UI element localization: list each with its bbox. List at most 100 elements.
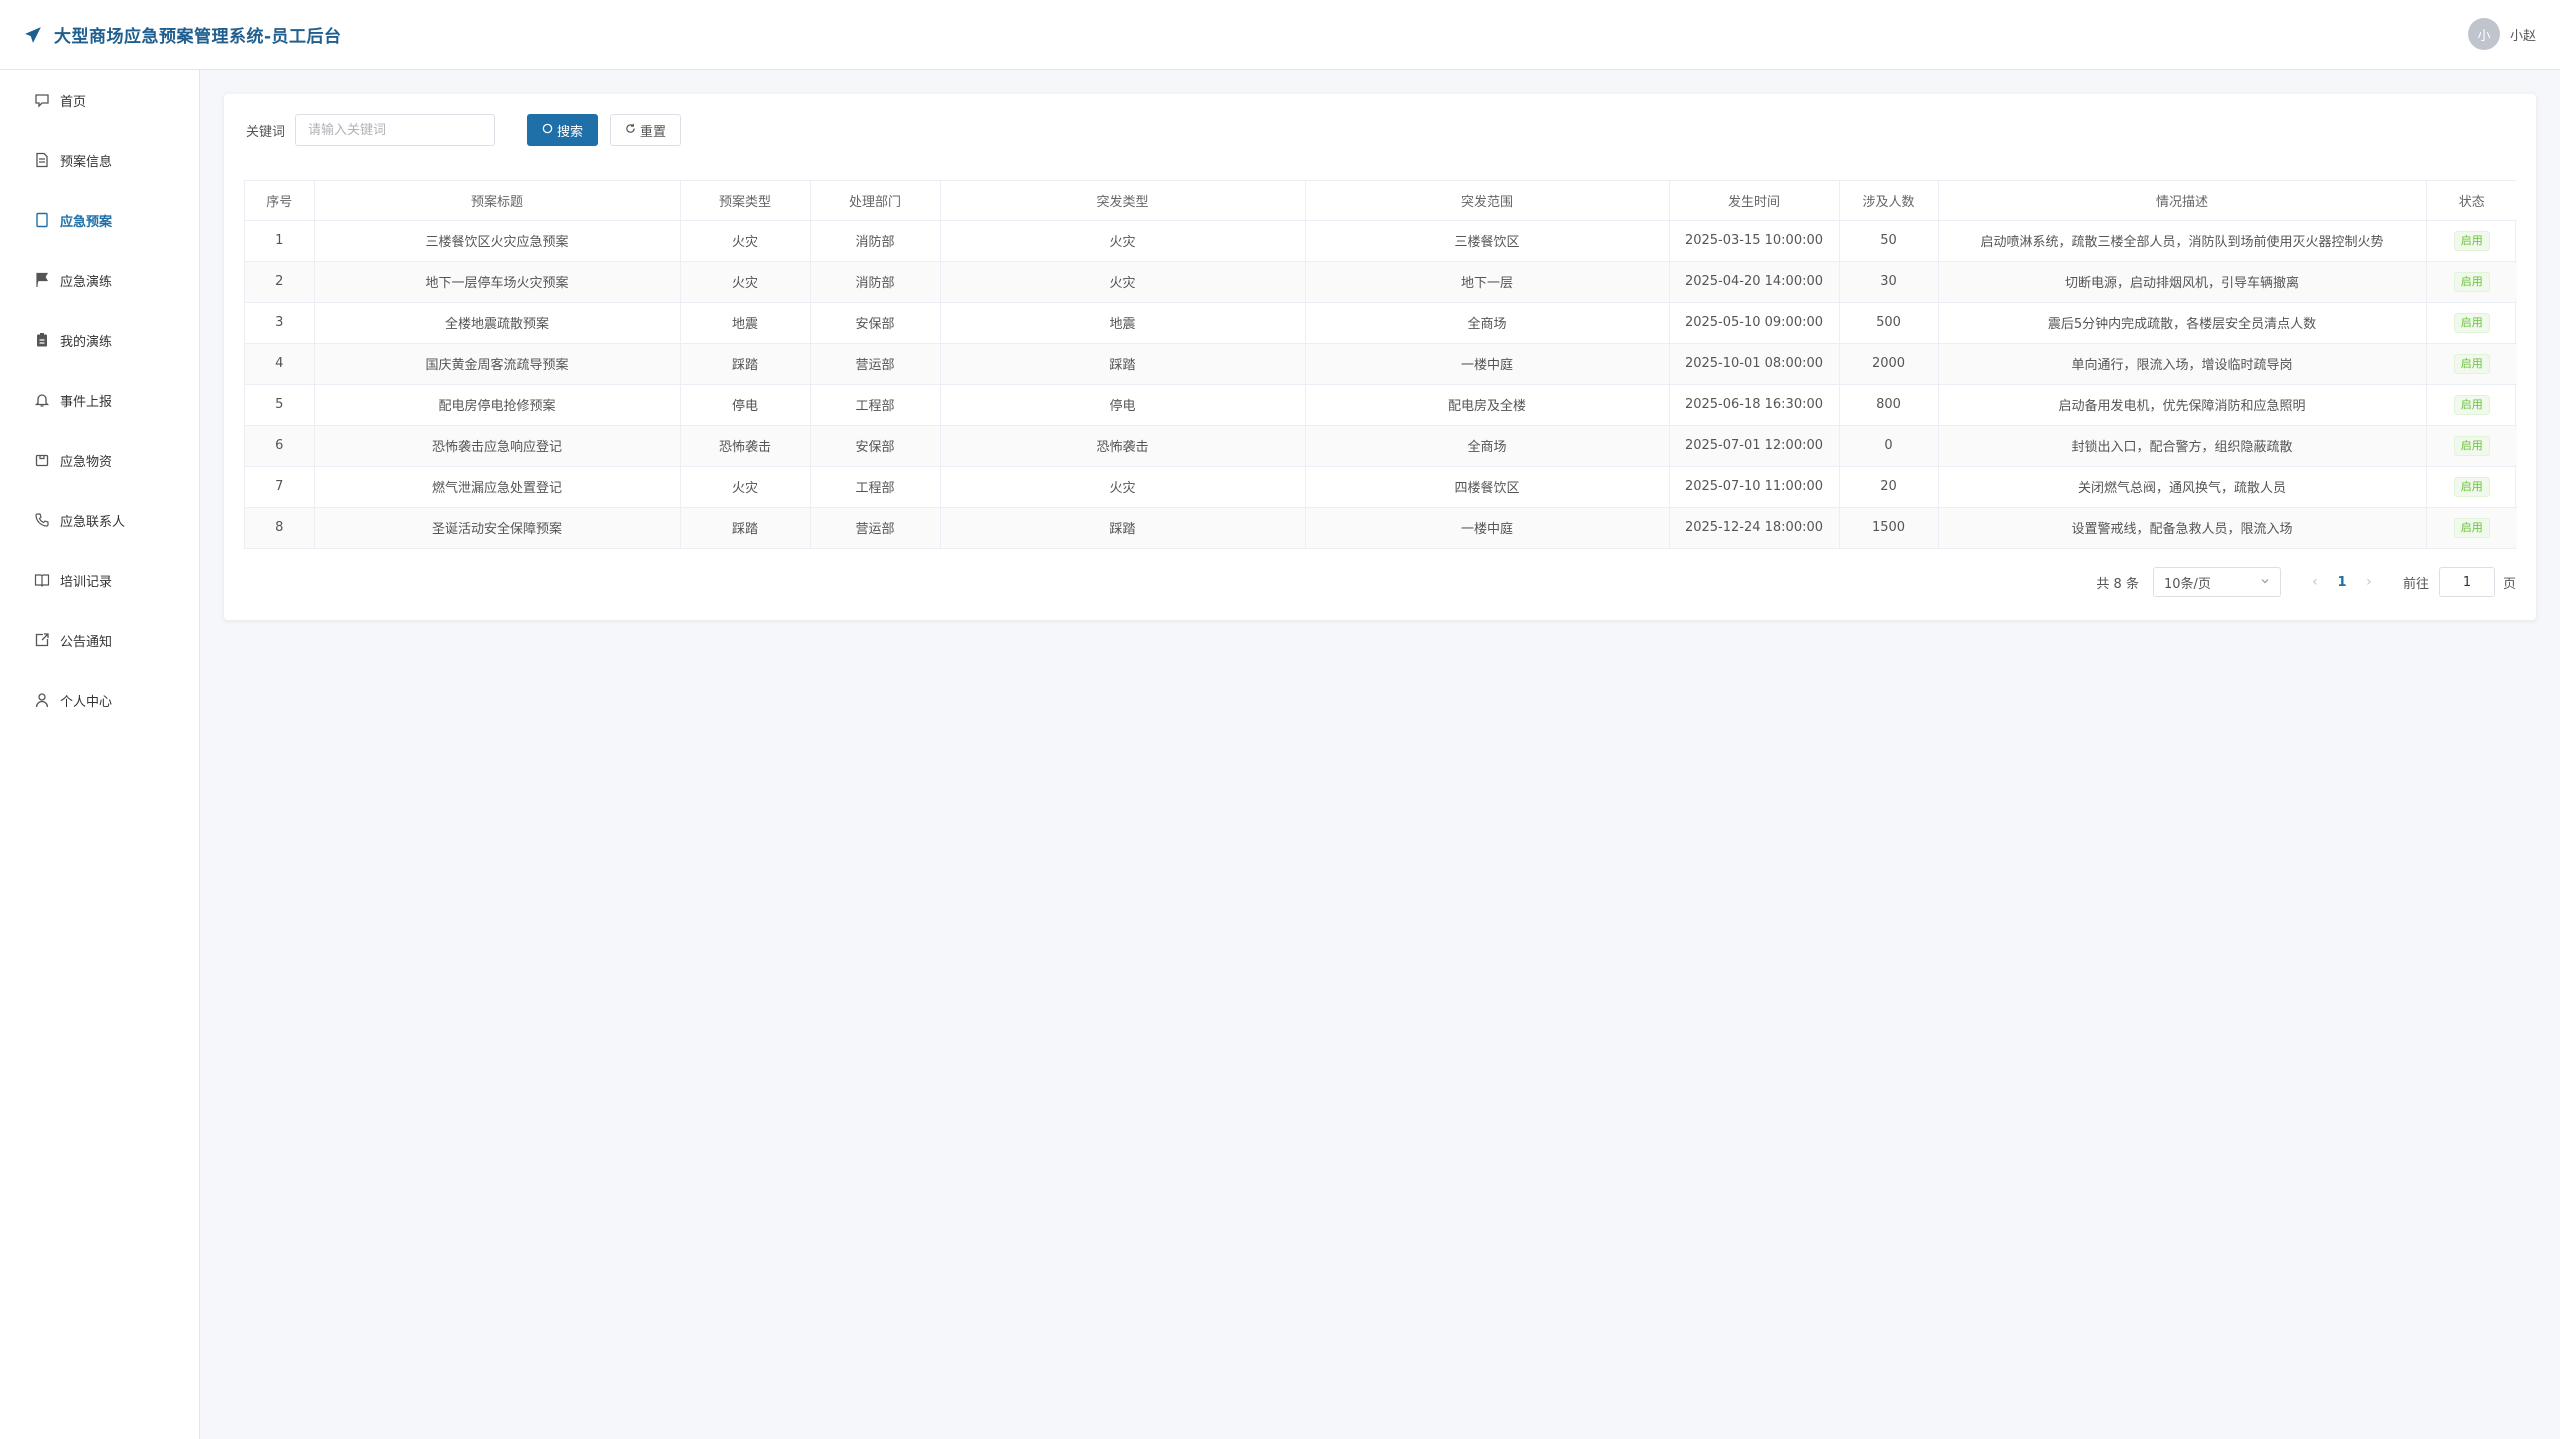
table-cell: 3 bbox=[245, 302, 315, 344]
next-page-icon[interactable]: › bbox=[2357, 574, 2381, 590]
table-cell: 2025-07-01 12:00:00 bbox=[1669, 425, 1840, 467]
goto-label: 前往 bbox=[2402, 576, 2429, 592]
table-cell: 全楼地震疏散预案 bbox=[314, 302, 681, 344]
table-cell: 火灾 bbox=[940, 261, 1306, 303]
table-cell: 地震 bbox=[680, 302, 811, 344]
status-badge: 启用 bbox=[2453, 312, 2490, 333]
table-cell: 营运部 bbox=[810, 343, 941, 385]
table-cell: 50 bbox=[1839, 220, 1939, 262]
table-cell: 踩踏 bbox=[680, 507, 811, 548]
sidebar-item-contacts[interactable]: 应急联系人 bbox=[0, 490, 199, 550]
brand: 大型商场应急预案管理系统-员工后台 bbox=[24, 22, 342, 47]
prev-page-icon[interactable]: ‹ bbox=[2303, 574, 2327, 590]
table-cell: 停电 bbox=[940, 384, 1306, 426]
table-cell: 2025-05-10 09:00:00 bbox=[1669, 302, 1840, 344]
sidebar-item-my-drill[interactable]: 我的演练 bbox=[0, 310, 199, 370]
table-cell: 地震 bbox=[940, 302, 1306, 344]
table-row: 4 国庆黄金周客流疏导预案 踩踏 营运部 踩踏 一楼中庭 2025-10-01 08:00:… bbox=[245, 343, 2517, 385]
status-cell: 启用 bbox=[2426, 425, 2517, 467]
table-cell: 4 bbox=[245, 343, 315, 385]
sidebar-item-drill[interactable]: 应急演练 bbox=[0, 250, 199, 310]
search-bar: 关键词 搜索 重置 bbox=[246, 114, 682, 146]
avatar[interactable]: 小 bbox=[2467, 18, 2500, 50]
page-size-select[interactable]: 10条/页 bbox=[2152, 567, 2281, 597]
book-icon bbox=[34, 572, 50, 588]
sidebar-item-training[interactable]: 培训记录 bbox=[0, 550, 199, 610]
table-cell: 0 bbox=[1839, 425, 1939, 467]
table-cell: 全商场 bbox=[1305, 425, 1670, 467]
sidebar-item-emergency-plan[interactable]: 应急预案 bbox=[0, 190, 199, 250]
table-cell: 1 bbox=[245, 220, 315, 262]
table-cell: 恐怖袭击应急响应登记 bbox=[314, 425, 681, 467]
reset-button[interactable]: 重置 bbox=[610, 114, 682, 146]
keyword-input[interactable] bbox=[295, 114, 496, 146]
table-cell: 一楼中庭 bbox=[1305, 507, 1670, 548]
sidebar-item-report[interactable]: 事件上报 bbox=[0, 370, 199, 430]
table-cell: 恐怖袭击 bbox=[940, 425, 1306, 467]
table-cell: 一楼中庭 bbox=[1305, 343, 1670, 385]
status-badge: 启用 bbox=[2453, 476, 2490, 497]
table-cell: 踩踏 bbox=[940, 507, 1306, 548]
search-button[interactable]: 搜索 bbox=[527, 114, 599, 146]
status-badge: 启用 bbox=[2453, 517, 2490, 538]
table-cell: 2025-03-15 10:00:00 bbox=[1669, 220, 1840, 262]
sidebar-item-home[interactable]: 首页 bbox=[0, 70, 199, 130]
table-cell: 踩踏 bbox=[680, 343, 811, 385]
column-header: 预案标题 bbox=[314, 181, 681, 221]
sidebar-item-profile[interactable]: 个人中心 bbox=[0, 670, 199, 730]
table-row: 2 地下一层停车场火灾预案 火灾 消防部 火灾 地下一层 2025-04-20 14:00:… bbox=[245, 261, 2517, 303]
sidebar-item-label: 预案信息 bbox=[60, 154, 113, 170]
sidebar-item-label: 培训记录 bbox=[60, 574, 113, 590]
app-title: 大型商场应急预案管理系统-员工后台 bbox=[54, 27, 342, 47]
table-cell: 国庆黄金周客流疏导预案 bbox=[314, 343, 681, 385]
status-cell: 启用 bbox=[2426, 466, 2517, 508]
table-cell: 震后5分钟内完成疏散，各楼层安全员清点人数 bbox=[1938, 302, 2427, 344]
sidebar-item-supplies[interactable]: 应急物资 bbox=[0, 430, 199, 490]
status-cell: 启用 bbox=[2426, 343, 2517, 385]
table-cell: 火灾 bbox=[940, 466, 1306, 508]
table-cell: 配电房停电抢修预案 bbox=[314, 384, 681, 426]
column-header: 突发范围 bbox=[1305, 181, 1670, 221]
sidebar-item-label: 应急物资 bbox=[60, 454, 113, 470]
table-cell: 燃气泄漏应急处置登记 bbox=[314, 466, 681, 508]
table-cell: 关闭燃气总阀，通风换气，疏散人员 bbox=[1938, 466, 2427, 508]
goto-page-input[interactable] bbox=[2438, 567, 2495, 597]
table-header-row: 序号 预案标题 预案类型 处理部门 突发类型 突发范围 发生时间 涉及人数 情况… bbox=[245, 181, 2517, 221]
table-row: 6 恐怖袭击应急响应登记 恐怖袭击 安保部 恐怖袭击 全商场 2025-07-01 12:0… bbox=[245, 425, 2517, 467]
table-cell: 2025-10-01 08:00:00 bbox=[1669, 343, 1840, 385]
top-header: 大型商场应急预案管理系统-员工后台 小 小赵 bbox=[0, 0, 2560, 70]
table-cell: 圣诞活动安全保障预案 bbox=[314, 507, 681, 548]
table-cell: 踩踏 bbox=[940, 343, 1306, 385]
phone-icon bbox=[34, 512, 50, 528]
document-icon bbox=[34, 152, 50, 168]
page-number[interactable]: 1 bbox=[2327, 575, 2357, 590]
table-cell: 2025-06-18 16:30:00 bbox=[1669, 384, 1840, 426]
table-cell: 20 bbox=[1839, 466, 1939, 508]
flag-icon bbox=[34, 272, 50, 288]
sidebar-item-label: 事件上报 bbox=[60, 394, 113, 410]
column-header: 序号 bbox=[245, 181, 315, 221]
plan-table: 序号 预案标题 预案类型 处理部门 突发类型 突发范围 发生时间 涉及人数 情况… bbox=[244, 180, 2517, 549]
table-cell: 停电 bbox=[680, 384, 811, 426]
table-cell: 2025-12-24 18:00:00 bbox=[1669, 507, 1840, 548]
share-icon bbox=[34, 632, 50, 648]
status-cell: 启用 bbox=[2426, 220, 2517, 262]
sidebar-item-plan-info[interactable]: 预案信息 bbox=[0, 130, 199, 190]
clipboard-icon bbox=[34, 332, 50, 348]
status-cell: 启用 bbox=[2426, 261, 2517, 303]
table-cell: 500 bbox=[1839, 302, 1939, 344]
table-cell: 启动喷淋系统，疏散三楼全部人员，消防队到场前使用灭火器控制火势 bbox=[1938, 220, 2427, 262]
table-cell: 切断电源，启动排烟风机，引导车辆撤离 bbox=[1938, 261, 2427, 303]
sidebar-item-notice[interactable]: 公告通知 bbox=[0, 610, 199, 670]
table-cell: 火灾 bbox=[940, 220, 1306, 262]
chevron-down-icon bbox=[2260, 575, 2270, 590]
table-cell: 30 bbox=[1839, 261, 1939, 303]
search-button-label: 搜索 bbox=[557, 124, 584, 140]
column-header: 发生时间 bbox=[1669, 181, 1840, 221]
table-cell: 消防部 bbox=[810, 220, 941, 262]
table-cell: 7 bbox=[245, 466, 315, 508]
notebook-icon bbox=[34, 212, 50, 228]
user-menu[interactable]: 小 小赵 bbox=[2467, 18, 2536, 50]
username[interactable]: 小赵 bbox=[2510, 25, 2536, 44]
table-cell: 2 bbox=[245, 261, 315, 303]
